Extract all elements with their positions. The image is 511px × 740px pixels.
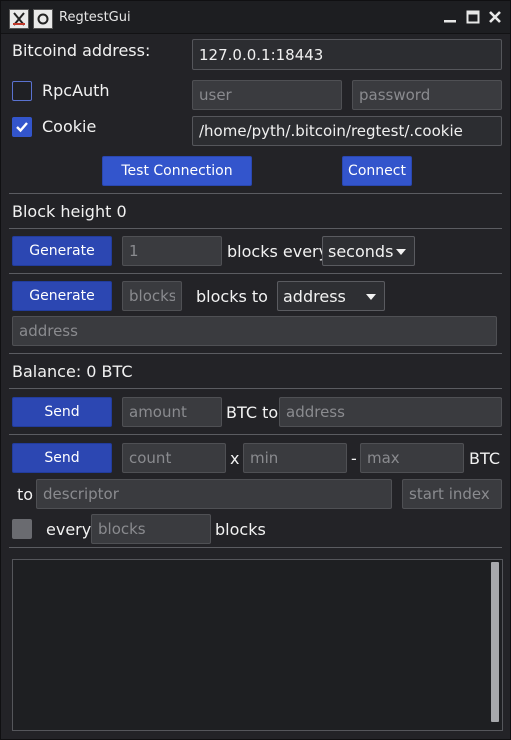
maximize-button[interactable] — [466, 10, 480, 24]
times-label: x — [230, 449, 240, 468]
test-connection-button[interactable]: Test Connection — [102, 156, 252, 186]
checkmark-icon — [16, 122, 28, 133]
start-index-field[interactable] — [402, 479, 502, 509]
address-label: Bitcoind address: — [12, 41, 151, 60]
min-field[interactable] — [243, 443, 347, 473]
rpcauth-label: RpcAuth — [42, 81, 110, 100]
amount-field[interactable] — [122, 397, 222, 427]
log-output[interactable] — [12, 559, 503, 731]
blocks-field[interactable] — [122, 281, 182, 311]
generate-timed-button[interactable]: Generate — [12, 236, 112, 266]
balance-label: Balance: 0 BTC — [12, 362, 133, 381]
window-title: RegtestGui — [59, 10, 131, 25]
app-icon[interactable] — [9, 9, 29, 29]
descriptor-field[interactable] — [36, 479, 392, 509]
separator — [9, 228, 502, 229]
target-select[interactable]: address — [277, 281, 385, 311]
cookie-checkbox[interactable] — [12, 117, 32, 137]
max-field[interactable] — [360, 443, 464, 473]
connect-button[interactable]: Connect — [342, 156, 412, 186]
every-label: every — [46, 520, 92, 539]
separator — [9, 193, 502, 194]
maximize-icon — [466, 10, 480, 24]
main-window: RegtestGui Bitcoind address: RpcAuth Coo… — [0, 0, 511, 740]
every-blocks-field[interactable] — [91, 514, 211, 544]
scrollbar-thumb[interactable] — [491, 562, 499, 722]
btc-to-label: BTC to — [226, 403, 279, 422]
blocks-every-label: blocks every — [227, 242, 329, 261]
blocks-to-label: blocks to — [196, 287, 268, 306]
every-checkbox[interactable] — [12, 519, 32, 539]
target-value: address — [283, 286, 346, 306]
separator — [9, 273, 502, 274]
blocks-label: blocks — [215, 520, 266, 539]
btc-label: BTC — [469, 449, 500, 468]
keep-on-top-icon[interactable] — [33, 9, 53, 29]
block-count-field[interactable] — [122, 236, 222, 266]
minimize-button[interactable] — [443, 10, 457, 24]
block-height-label: Block height 0 — [12, 202, 127, 221]
separator — [9, 547, 502, 548]
cookie-path-field[interactable] — [192, 116, 502, 146]
chevron-down-icon — [366, 294, 376, 300]
separator — [9, 434, 502, 435]
time-unit-value: seconds — [328, 241, 394, 261]
range-dash-label: - — [351, 449, 357, 468]
minimize-icon — [444, 20, 456, 23]
send-address-field[interactable] — [279, 397, 502, 427]
send-many-button[interactable]: Send — [12, 443, 112, 473]
generate-address-field[interactable] — [12, 316, 497, 346]
chevron-down-icon — [396, 249, 406, 255]
cookie-label: Cookie — [42, 117, 97, 136]
to-label: to — [17, 485, 34, 504]
send-button[interactable]: Send — [12, 397, 112, 427]
rpcauth-checkbox[interactable] — [12, 81, 32, 101]
separator — [9, 388, 502, 389]
close-icon — [489, 11, 501, 23]
scrollbar[interactable] — [491, 562, 499, 728]
time-unit-select[interactable]: seconds — [322, 236, 415, 266]
title-bar[interactable]: RegtestGui — [1, 1, 510, 34]
generate-to-button[interactable]: Generate — [12, 281, 112, 311]
user-field[interactable] — [192, 80, 342, 110]
separator — [9, 353, 502, 354]
close-button[interactable] — [488, 10, 502, 24]
count-field[interactable] — [122, 443, 226, 473]
address-field[interactable] — [192, 39, 502, 70]
password-field[interactable] — [352, 80, 502, 110]
